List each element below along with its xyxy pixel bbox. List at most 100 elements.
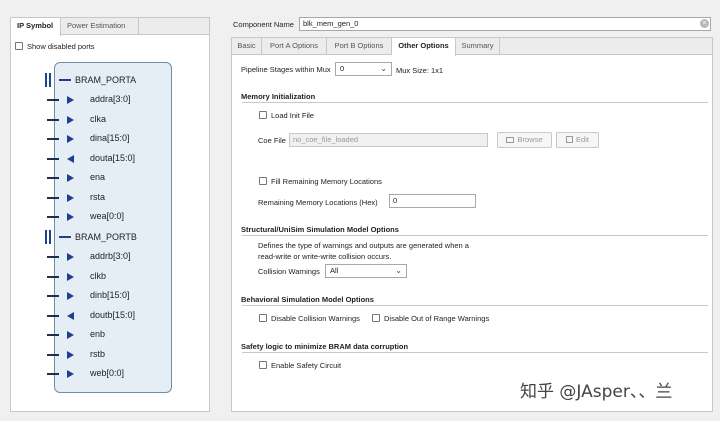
section-divider [242, 235, 708, 236]
bram-symbol-block [54, 62, 172, 393]
port-label: clka [90, 114, 107, 124]
edit-button-label: Edit [576, 135, 589, 144]
pipeline-stages-label: Pipeline Stages within Mux [241, 65, 331, 74]
section-title-memory-init: Memory Initialization [241, 92, 316, 101]
edit-icon [566, 136, 574, 143]
section-title-behavioral: Behavioral Simulation Model Options [241, 295, 374, 304]
port-label: rsta [90, 192, 106, 202]
port-label: douta[15:0] [90, 153, 136, 163]
input-arrow-icon [67, 135, 74, 143]
tab-port-b-options[interactable]: Port B Options [327, 38, 392, 55]
port-label: rstb [90, 349, 106, 359]
port-pin-line [47, 158, 59, 160]
port-pin-line [47, 138, 59, 140]
watermark-text: 知乎 @JAsper、、兰 [520, 382, 673, 402]
disable-collision-checkbox[interactable] [259, 314, 267, 322]
remaining-locations-input[interactable]: 0 [389, 194, 476, 208]
section-title-structural: Structural/UniSim Simulation Model Optio… [241, 225, 399, 234]
clear-icon[interactable]: × [700, 19, 709, 28]
section-divider [242, 305, 708, 306]
bus-bars-icon [45, 73, 51, 87]
output-arrow-icon [67, 312, 74, 320]
pipeline-stages-value: 0 [340, 64, 345, 73]
folder-icon [506, 137, 515, 143]
port-pin-line [47, 373, 59, 375]
coe-file-input[interactable]: no_coe_file_loaded [289, 133, 488, 147]
port-pin-line [47, 216, 59, 218]
chevron-down-icon: ⌄ [395, 266, 402, 275]
port-label: dina[15:0] [90, 133, 130, 143]
show-disabled-ports-option[interactable]: Show disabled ports [15, 42, 95, 51]
fill-remaining-label: Fill Remaining Memory Locations [271, 177, 382, 186]
disable-out-of-range-option[interactable]: Disable Out of Range Warnings [372, 314, 489, 323]
input-arrow-icon [67, 331, 74, 339]
collision-warnings-value: All [330, 266, 339, 275]
component-name-input[interactable]: blk_mem_gen_0 [299, 17, 711, 31]
bus-line [59, 79, 71, 81]
structural-description-line1: Defines the type of warnings and outputs… [258, 241, 469, 250]
section-divider [242, 102, 708, 103]
left-tab-bar: IP Symbol Power Estimation [11, 18, 209, 36]
input-arrow-icon [67, 273, 74, 281]
show-disabled-ports-label: Show disabled ports [27, 42, 95, 51]
port-pin-line [47, 99, 59, 101]
tab-summary[interactable]: Summary [456, 38, 500, 55]
fill-remaining-option[interactable]: Fill Remaining Memory Locations [259, 177, 382, 186]
pipeline-stages-select[interactable]: 0 ⌄ [335, 62, 392, 76]
port-label: enb [90, 329, 106, 339]
options-tab-bar: Basic Port A Options Port B Options Othe… [232, 38, 712, 56]
port-pin-line [47, 276, 59, 278]
disable-collision-label: Disable Collision Warnings [271, 314, 360, 323]
port-label: addra[3:0] [90, 94, 131, 104]
input-arrow-icon [67, 174, 74, 182]
tab-port-a-options[interactable]: Port A Options [262, 38, 327, 55]
bus-bars-icon [45, 230, 51, 244]
disable-out-of-range-checkbox[interactable] [372, 314, 380, 322]
input-arrow-icon [67, 213, 74, 221]
load-init-file-option[interactable]: Load Init File [259, 111, 314, 120]
port-label: dinb[15:0] [90, 290, 130, 300]
input-arrow-icon [67, 292, 74, 300]
output-arrow-icon [67, 155, 74, 163]
enable-safety-label: Enable Safety Circuit [271, 361, 342, 370]
port-label: web[0:0] [90, 368, 125, 378]
interface-title-porta: BRAM_PORTA [75, 75, 137, 85]
options-panel: Basic Port A Options Port B Options Othe… [231, 37, 713, 412]
section-divider [242, 352, 708, 353]
input-arrow-icon [67, 351, 74, 359]
tab-other-options[interactable]: Other Options [392, 38, 456, 56]
section-title-safety: Safety logic to minimize BRAM data corru… [241, 342, 409, 351]
coe-file-label: Coe File [258, 136, 286, 145]
port-label: addrb[3:0] [90, 251, 131, 261]
input-arrow-icon [67, 194, 74, 202]
port-label: clkb [90, 271, 107, 281]
browse-button-label: Browse [517, 135, 543, 144]
show-disabled-ports-checkbox[interactable] [15, 42, 23, 50]
structural-description-line2: read-write or write-write collision occu… [258, 252, 392, 261]
fill-remaining-checkbox[interactable] [259, 177, 267, 185]
disable-out-of-range-label: Disable Out of Range Warnings [384, 314, 490, 323]
port-pin-line [47, 315, 59, 317]
enable-safety-checkbox[interactable] [259, 361, 267, 369]
disable-collision-option[interactable]: Disable Collision Warnings [259, 314, 360, 323]
mux-size-text: Mux Size: 1x1 [396, 66, 444, 75]
tab-ip-symbol[interactable]: IP Symbol [11, 18, 61, 36]
port-pin-line [47, 256, 59, 258]
port-label: ena [90, 172, 106, 182]
collision-warnings-select[interactable]: All ⌄ [325, 264, 407, 278]
port-label: wea[0:0] [90, 211, 125, 221]
edit-button[interactable]: Edit [556, 132, 599, 148]
tab-power-estimation[interactable]: Power Estimation [61, 18, 139, 35]
component-name-label: Component Name [233, 20, 294, 29]
port-pin-line [47, 177, 59, 179]
port-pin-line [47, 354, 59, 356]
remaining-locations-label: Remaining Memory Locations (Hex) [258, 198, 378, 207]
enable-safety-option[interactable]: Enable Safety Circuit [259, 361, 341, 370]
browse-button[interactable]: Browse [497, 132, 552, 148]
chevron-down-icon: ⌄ [380, 64, 387, 73]
port-pin-line [47, 295, 59, 297]
load-init-file-checkbox[interactable] [259, 111, 267, 119]
tab-basic[interactable]: Basic [232, 38, 262, 55]
input-arrow-icon [67, 96, 74, 104]
bus-line [59, 236, 71, 238]
